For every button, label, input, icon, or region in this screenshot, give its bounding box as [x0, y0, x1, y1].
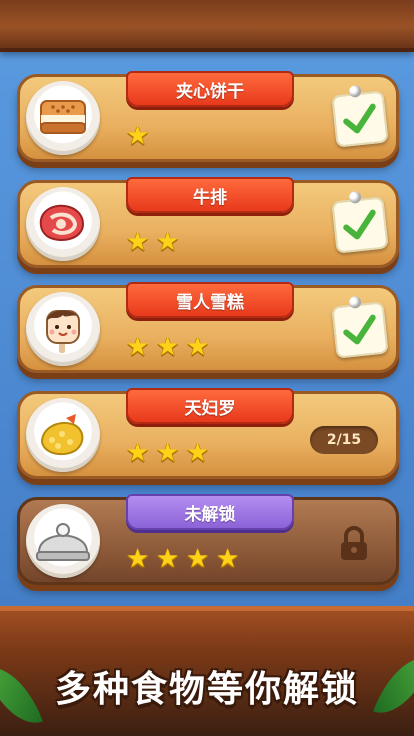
pin-icon [348, 295, 362, 309]
star-rating: ★ ★ ★ [126, 440, 212, 466]
star-icon: ★ [156, 544, 180, 574]
star-icon: ★ [126, 544, 150, 574]
completed-note [331, 84, 389, 148]
plate [26, 398, 100, 472]
star-icon: ★ [156, 332, 180, 362]
level-title: 天妇罗 [126, 388, 294, 424]
sandwich-cookie-icon [40, 100, 86, 134]
promo-banner-text: 多种食物等你解锁 [54, 669, 359, 710]
level-card-3[interactable]: 雪人雪糕 ★ ★ ★ [17, 282, 399, 373]
star-icon: ★ [156, 438, 180, 468]
pin-icon [348, 190, 362, 204]
star-icon: ★ [216, 544, 240, 574]
star-icon: ★ [126, 227, 150, 257]
top-wood-beam [0, 0, 414, 52]
level-card-5-locked[interactable]: 未解锁 ★ ★ ★ ★ [17, 494, 399, 585]
completed-note [331, 190, 389, 254]
snowman-ice-cream-icon [46, 310, 80, 353]
plate [26, 504, 100, 578]
level-title: 雪人雪糕 [126, 282, 294, 318]
level-card-1[interactable]: 夹心饼干 ★ [17, 71, 399, 162]
level-title: 夹心饼干 [126, 71, 294, 107]
checkmark-icon [343, 314, 376, 345]
star-rating: ★ ★ ★ [126, 334, 212, 360]
plate [26, 81, 100, 155]
star-icon: ★ [186, 332, 210, 362]
steak-icon [39, 204, 85, 241]
covered-dish-icon [36, 523, 90, 561]
star-rating: ★ [126, 123, 152, 149]
progress-counter: 2/15 [310, 426, 378, 454]
level-card-2[interactable]: 牛排 ★ ★ [17, 177, 399, 268]
plate [26, 292, 100, 366]
star-icon: ★ [186, 438, 210, 468]
star-rating: ★ ★ [126, 229, 182, 255]
star-icon: ★ [126, 332, 150, 362]
star-icon: ★ [126, 121, 150, 151]
plate [26, 187, 100, 261]
star-rating: ★ ★ ★ ★ [126, 546, 242, 572]
star-icon: ★ [156, 227, 180, 257]
tempura-icon [40, 414, 84, 456]
level-card-4[interactable]: 天妇罗 ★ ★ ★ 2/15 [17, 388, 399, 479]
lock-icon [332, 522, 376, 566]
checkmark-icon [343, 103, 376, 134]
checkmark-icon [343, 209, 376, 240]
star-icon: ★ [186, 544, 210, 574]
level-title: 未解锁 [126, 494, 294, 530]
star-icon: ★ [126, 438, 150, 468]
completed-note [331, 295, 389, 359]
pin-icon [348, 84, 362, 98]
level-title: 牛排 [126, 177, 294, 213]
